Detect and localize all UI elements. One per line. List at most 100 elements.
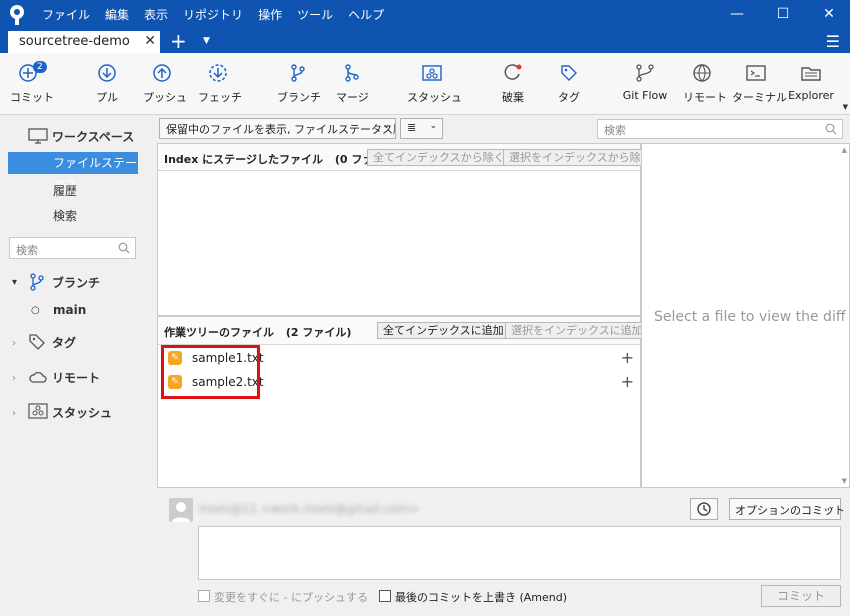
file-filter-select[interactable]: 保留中のファイルを表示, ファイルステータス順 ⌄ (159, 118, 396, 139)
tags-collapsed-chevron-icon[interactable]: › (12, 338, 16, 349)
pull-label: プル (96, 91, 118, 104)
commit-area: mom@11 <work.mom@gmail.com> オプションのコミット ⌄… (157, 488, 850, 616)
merge-button[interactable]: マージ (336, 63, 369, 105)
view-mode-select[interactable]: ≣ ⌄ (400, 118, 443, 139)
gitflow-button[interactable]: Git Flow (622, 63, 668, 102)
file-search-input[interactable]: 検索 (597, 119, 843, 139)
discard-icon (504, 64, 522, 80)
commit-message-input[interactable] (198, 526, 841, 580)
scroll-down-icon[interactable]: ▼ (842, 477, 847, 485)
staged-files-title: Index にステージしたファイル (0 ファイル) (164, 151, 400, 167)
remote-button[interactable]: リモート (683, 63, 727, 105)
discard-button[interactable]: 破棄 (500, 63, 526, 105)
diff-pane: ▲ Select a file to view the diff ▼ (641, 143, 850, 488)
tag-icon (561, 65, 577, 81)
working-tree-header: 作業ツリーのファイル (2 ファイル) 全てインデックスに追加 選択をインデック… (158, 317, 649, 345)
amend-label: 最後のコミットを上書き (Amend) (395, 591, 568, 604)
remote-label: リモート (683, 91, 727, 104)
commit-history-button[interactable] (690, 498, 718, 520)
branch-icon (291, 64, 305, 82)
stage-file-plus-icon[interactable]: + (621, 372, 634, 391)
working-tree-title: 作業ツリーのファイル (2 ファイル) (164, 324, 351, 340)
sidebar-item-history[interactable]: 履歴 (53, 182, 77, 199)
sidebar-item-file-status[interactable]: ファイルステータス (8, 152, 138, 192)
sidebar-item-search[interactable]: 検索 (53, 207, 77, 224)
terminal-icon (746, 65, 766, 81)
explorer-button[interactable]: Explorer (787, 63, 835, 102)
workspace-heading: ワークスペース (52, 130, 135, 144)
remotes-collapsed-chevron-icon[interactable]: › (12, 373, 16, 384)
file-search-placeholder: 検索 (604, 124, 626, 137)
commit-author: mom@11 <work.mom@gmail.com> (199, 502, 420, 516)
merge-label: マージ (336, 91, 369, 104)
commit-options-select[interactable]: オプションのコミット ⌄ (729, 498, 845, 520)
hamburger-menu-icon[interactable]: ☰ (826, 32, 840, 51)
title-bar: ファイル 編集 表示 リポジトリ 操作 ツール ヘルプ — ☐ ✕ source… (0, 0, 850, 53)
repo-tab[interactable]: sourcetree-demo ✕ (8, 31, 160, 53)
chevron-down-icon: ⌄ (429, 121, 437, 131)
cloud-icon (29, 371, 47, 383)
branch-icon (30, 273, 44, 291)
branches-expanded-chevron-icon[interactable]: ▾ (12, 277, 17, 288)
checkbox-box (379, 590, 391, 602)
menu-tools[interactable]: ツール (297, 6, 333, 23)
fetch-button[interactable]: フェッチ (198, 63, 242, 105)
checkbox-box (198, 590, 210, 602)
scroll-up-icon[interactable]: ▲ (842, 146, 847, 154)
commit-submit-button[interactable]: コミット (761, 585, 841, 607)
tag-button[interactable]: タグ (556, 63, 582, 105)
folder-icon (801, 67, 821, 81)
remotes-heading[interactable]: リモート (52, 369, 100, 386)
stashes-collapsed-chevron-icon[interactable]: › (12, 408, 16, 419)
commit-toolbar-label: コミット (10, 91, 54, 104)
working-tree-title-text: 作業ツリーのファイル (164, 326, 274, 339)
tag-label: タグ (558, 91, 580, 104)
menu-actions[interactable]: 操作 (258, 6, 282, 23)
branch-label: ブランチ (277, 91, 321, 104)
tab-dropdown-icon[interactable]: ▼ (203, 36, 210, 46)
push-button[interactable]: プッシュ (143, 63, 187, 105)
close-window-button[interactable]: ✕ (819, 4, 839, 24)
menu-edit[interactable]: 編集 (105, 6, 129, 23)
maximize-button[interactable]: ☐ (773, 4, 793, 24)
terminal-label: ターミナル (732, 91, 787, 104)
branches-heading[interactable]: ブランチ (52, 274, 100, 291)
branch-button[interactable]: ブランチ (277, 63, 321, 105)
stage-selected-button[interactable]: 選択をインデックスに追加 (505, 322, 649, 339)
clock-icon (697, 502, 711, 516)
push-label: プッシュ (143, 91, 187, 104)
avatar (169, 498, 193, 522)
menu-file[interactable]: ファイル (42, 6, 90, 23)
menu-repository[interactable]: リポジトリ (183, 6, 243, 23)
gitflow-icon (636, 64, 654, 82)
sidebar: ワークスペース ファイルステータス 履歴 検索 検索 ▾ ブランチ ○ main… (0, 116, 157, 616)
sidebar-search-placeholder: 検索 (16, 244, 38, 257)
globe-icon (693, 64, 711, 82)
new-tab-button[interactable]: + (170, 29, 187, 53)
pull-icon (98, 64, 116, 82)
terminal-button[interactable]: ターミナル (732, 63, 787, 105)
stashes-heading[interactable]: スタッシュ (52, 404, 112, 421)
search-icon (118, 242, 130, 254)
menu-view[interactable]: 表示 (144, 6, 168, 23)
file-filter-value: 保留中のファイルを表示, ファイルステータス順 (166, 123, 396, 136)
toolbar-overflow-icon[interactable]: ▼ (843, 103, 848, 111)
sidebar-search-input[interactable]: 検索 (9, 237, 136, 259)
monitor-icon (28, 128, 48, 144)
chevron-down-icon: ⌄ (827, 502, 835, 512)
minimize-button[interactable]: — (727, 4, 747, 24)
tags-heading[interactable]: タグ (52, 334, 76, 351)
menu-help[interactable]: ヘルプ (348, 6, 384, 23)
stage-all-button[interactable]: 全てインデックスに追加 (377, 322, 510, 339)
stash-button[interactable]: スタッシュ (407, 63, 462, 105)
filter-bar: 保留中のファイルを表示, ファイルステータス順 ⌄ ≣ ⌄ 検索 (157, 116, 850, 142)
tab-close-icon[interactable]: ✕ (144, 33, 156, 49)
staged-title-text: Index にステージしたファイル (164, 153, 323, 166)
repo-tab-label: sourcetree-demo (19, 34, 130, 49)
unstage-all-button[interactable]: 全てインデックスから除く (367, 149, 511, 166)
pull-button[interactable]: プル (92, 63, 122, 105)
sidebar-branch-main[interactable]: main (53, 303, 86, 317)
user-avatar-icon (172, 502, 190, 522)
unstage-selected-button[interactable]: 選択をインデックスから除く (503, 149, 658, 166)
stage-file-plus-icon[interactable]: + (621, 348, 634, 367)
